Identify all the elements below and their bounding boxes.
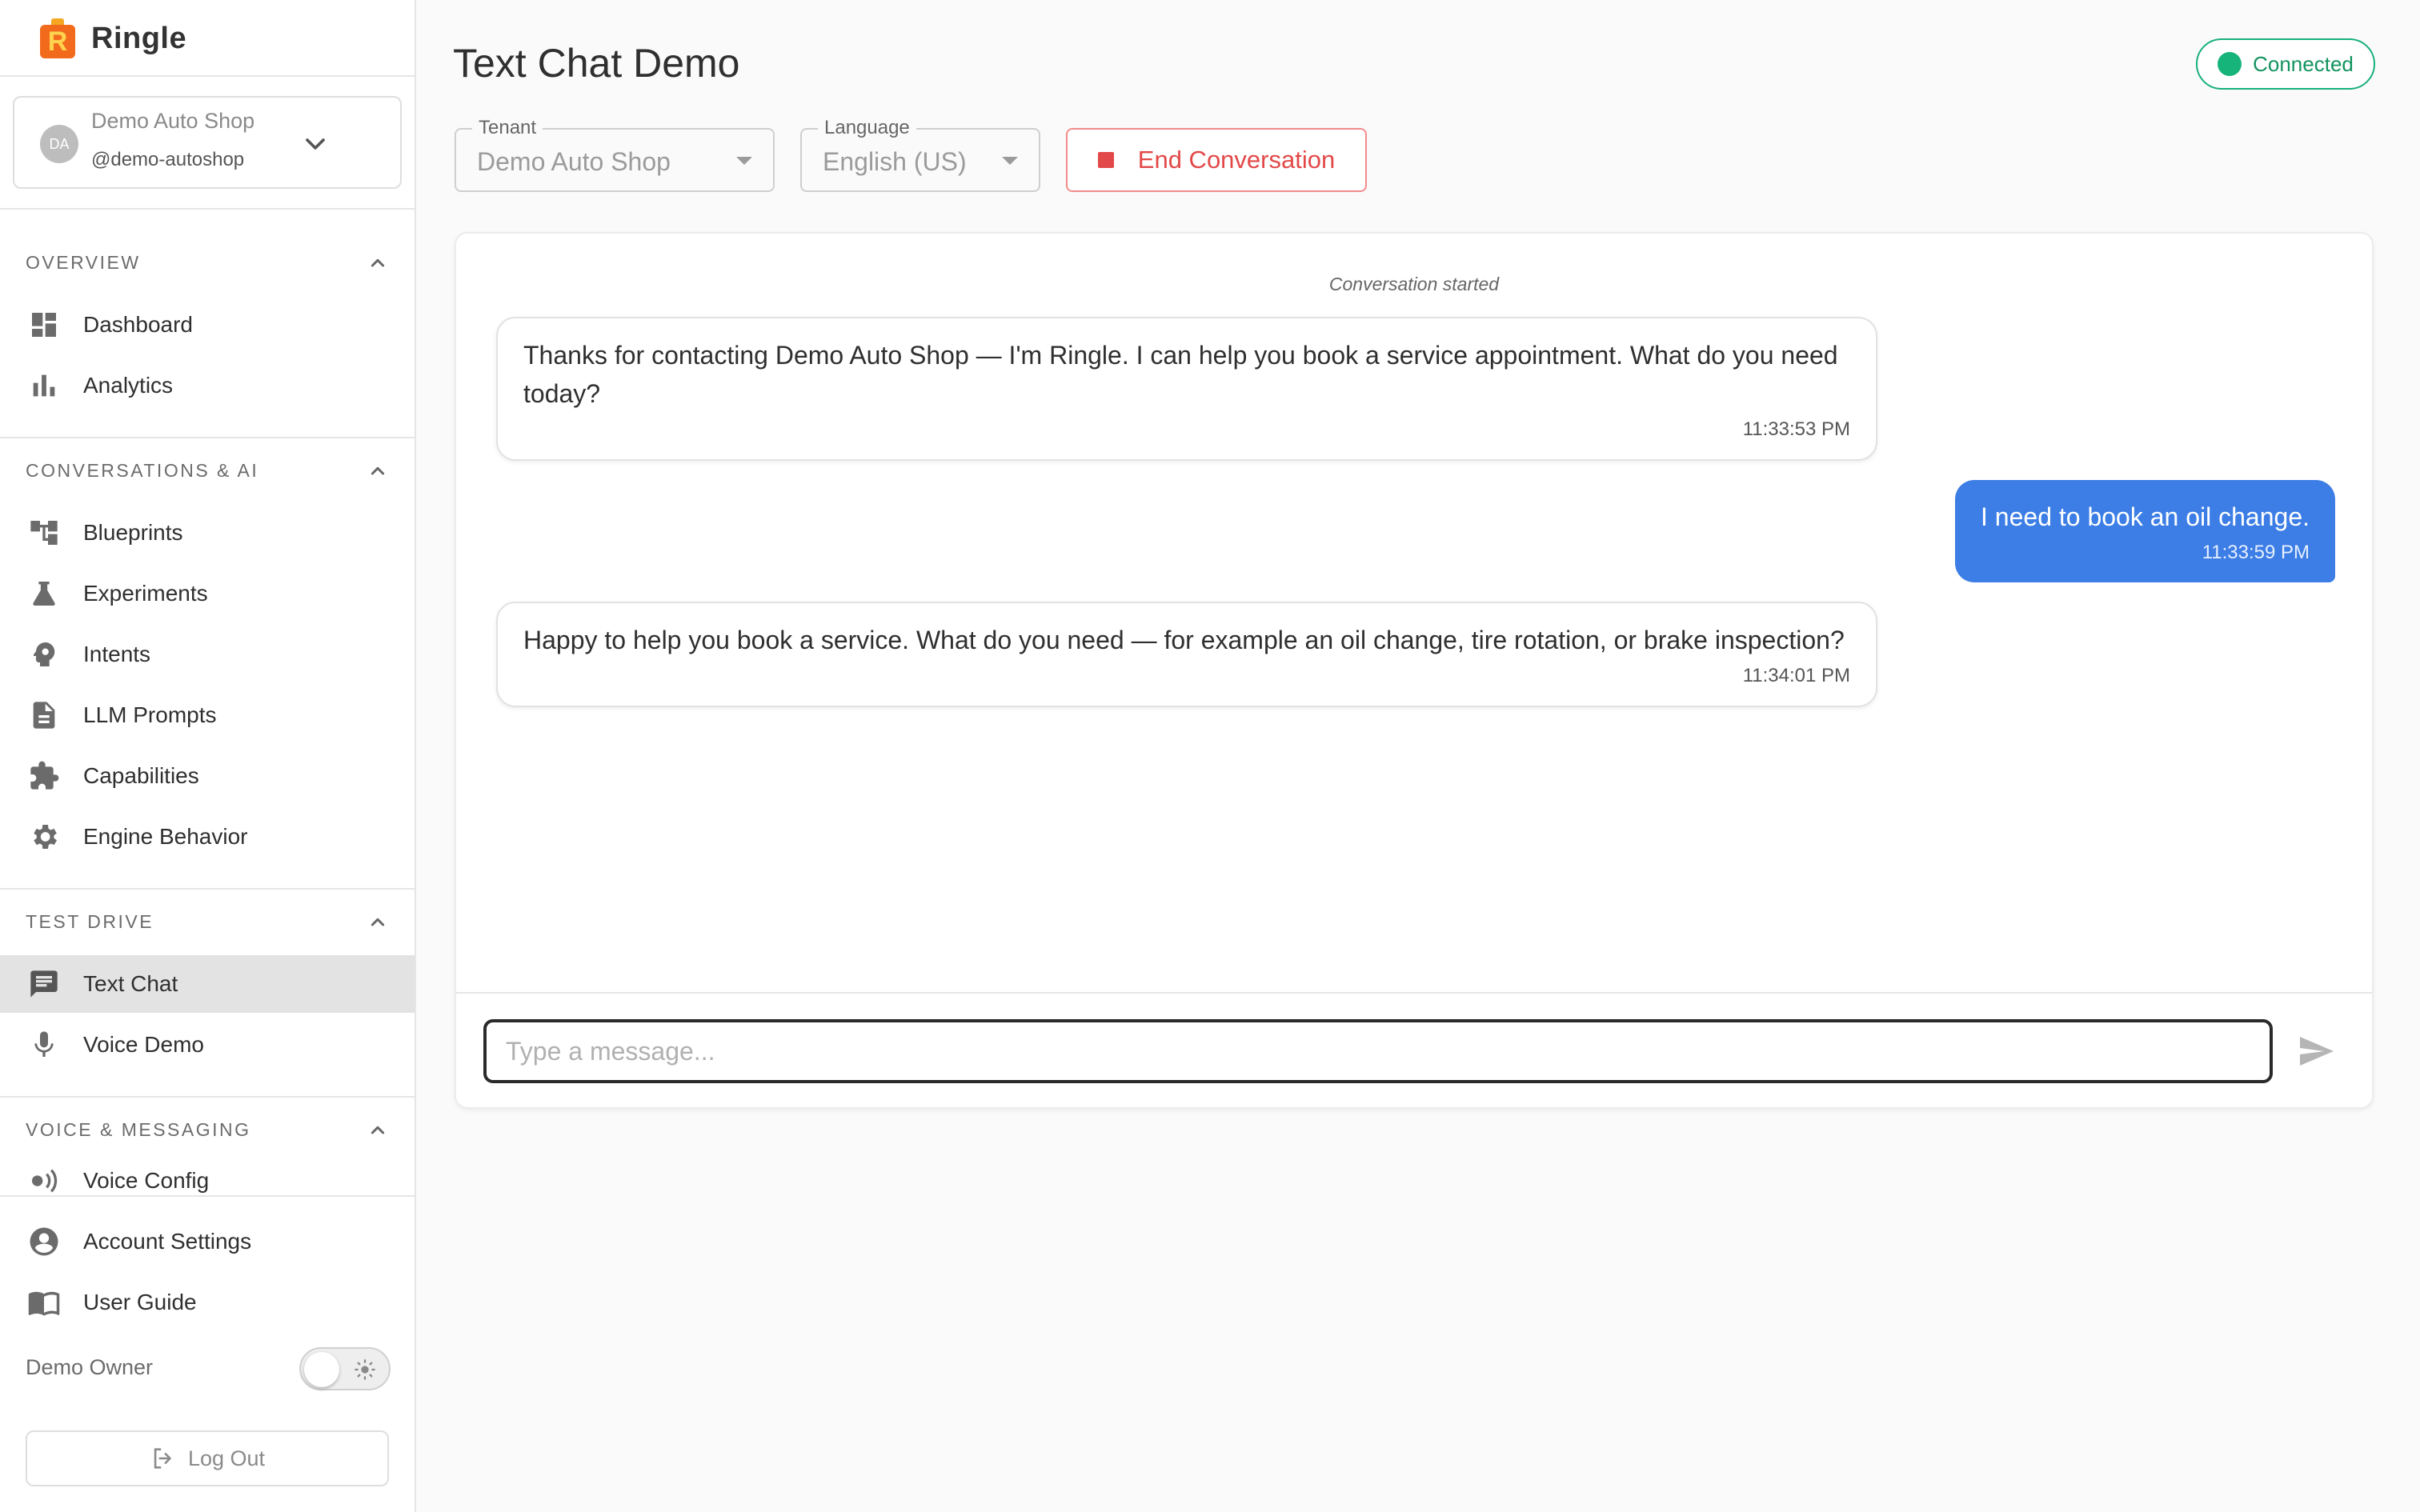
chevron-down-icon	[306, 138, 325, 150]
sidebar-item-engine-behavior[interactable]: Engine Behavior	[0, 808, 415, 866]
dashboard-icon	[27, 308, 61, 342]
send-icon	[2300, 1037, 2334, 1066]
message-text: Happy to help you book a service. What d…	[523, 626, 1845, 654]
message-bubble-user: I need to book an oil change. 11:33:59 P…	[1955, 480, 2335, 582]
page-title: Text Chat Demo	[453, 41, 740, 86]
chevron-up-icon	[371, 1126, 385, 1134]
account-tree-icon	[27, 516, 61, 550]
sidebar-item-dashboard[interactable]: Dashboard	[0, 296, 415, 354]
account-settings-link[interactable]: Account Settings	[0, 1213, 415, 1270]
divider	[0, 888, 415, 890]
section-header-overview[interactable]: OVERVIEW	[26, 246, 391, 278]
ringle-logo-icon: R	[38, 18, 78, 58]
message-time: 11:34:01 PM	[1742, 665, 1850, 686]
psychology-icon	[27, 638, 61, 671]
message-bubble-bot: Thanks for contacting Demo Auto Shop — I…	[496, 317, 1877, 461]
tenant-switcher[interactable]: DA Demo Auto Shop @demo-autoshop	[13, 96, 402, 189]
tenant-name: Demo Auto Shop	[91, 109, 255, 133]
chevron-up-icon	[371, 918, 385, 926]
sidebar-item-blueprints[interactable]: Blueprints	[0, 504, 415, 562]
status-dot-icon	[2218, 52, 2242, 76]
sidebar-item-text-chat[interactable]: Text Chat	[0, 955, 415, 1013]
tenant-handle: @demo-autoshop	[91, 149, 245, 170]
divider	[456, 992, 2372, 994]
message-time: 11:33:53 PM	[1742, 418, 1850, 440]
dropdown-arrow-icon	[736, 157, 752, 165]
message-bubble-bot: Happy to help you book a service. What d…	[496, 602, 1877, 707]
user-guide-link[interactable]: User Guide	[0, 1274, 415, 1331]
user-name: Demo Owner	[26, 1355, 154, 1379]
avatar: DA	[40, 125, 78, 163]
sidebar-item-llm-prompts[interactable]: LLM Prompts	[0, 686, 415, 744]
sidebar-scroll-area[interactable]: Voice Config	[0, 1162, 415, 1195]
sidebar-item-voice-demo[interactable]: Voice Demo	[0, 1016, 415, 1074]
sidebar-item-capabilities[interactable]: Capabilities	[0, 747, 415, 805]
conversation-started-label: Conversation started	[1328, 274, 1500, 294]
toggle-knob	[304, 1352, 339, 1387]
puzzle-icon	[27, 759, 61, 793]
send-button[interactable]	[2294, 1029, 2338, 1074]
gear-icon	[27, 820, 61, 854]
sidebar-item-analytics[interactable]: Analytics	[0, 357, 415, 414]
stop-icon	[1097, 152, 1114, 168]
connection-status-badge: Connected	[2196, 38, 2375, 90]
message-input[interactable]	[483, 1019, 2273, 1083]
divider	[0, 75, 415, 77]
account-circle-icon	[27, 1225, 61, 1258]
voice-icon	[27, 1164, 61, 1195]
divider	[0, 1195, 415, 1197]
brand-name: Ringle	[91, 21, 187, 55]
section-header-conversations-ai[interactable]: CONVERSATIONS & AI	[26, 454, 391, 486]
flask-icon	[27, 577, 61, 610]
divider	[0, 1096, 415, 1098]
divider	[0, 208, 415, 210]
tenant-select[interactable]: Tenant Demo Auto Shop	[455, 117, 775, 192]
end-conversation-button[interactable]: End Conversation	[1066, 128, 1367, 192]
sun-icon	[355, 1359, 375, 1380]
language-select[interactable]: Language English (US)	[800, 117, 1040, 192]
chevron-up-icon	[371, 466, 385, 475]
sidebar: R Ringle DA Demo Auto Shop @demo-autosho…	[0, 0, 416, 1512]
brand[interactable]: R Ringle	[38, 18, 186, 59]
theme-toggle[interactable]	[299, 1347, 391, 1390]
book-icon	[27, 1286, 61, 1319]
bar-chart-icon	[27, 369, 61, 402]
message-text: Thanks for contacting Demo Auto Shop — I…	[523, 341, 1838, 408]
logout-icon	[154, 1448, 171, 1469]
logout-button[interactable]: Log Out	[26, 1430, 389, 1486]
chat-panel: Conversation started Thanks for contacti…	[455, 232, 2374, 1109]
message-text: I need to book an oil change.	[1981, 502, 2310, 531]
microphone-icon	[27, 1028, 61, 1062]
document-icon	[27, 698, 61, 732]
dropdown-arrow-icon	[1002, 157, 1018, 165]
sidebar-item-experiments[interactable]: Experiments	[0, 565, 415, 622]
sidebar-item-voice-config[interactable]: Voice Config	[0, 1162, 415, 1195]
section-header-test-drive[interactable]: TEST DRIVE	[26, 906, 391, 938]
theme-toggle-row: Demo Owner	[26, 1344, 391, 1395]
section-header-voice-messaging[interactable]: VOICE & MESSAGING	[26, 1114, 391, 1146]
chat-icon	[27, 967, 61, 1001]
sidebar-item-intents[interactable]: Intents	[0, 626, 415, 683]
chevron-up-icon	[371, 258, 385, 267]
divider	[0, 437, 415, 438]
message-time: 11:33:59 PM	[2202, 542, 2310, 563]
